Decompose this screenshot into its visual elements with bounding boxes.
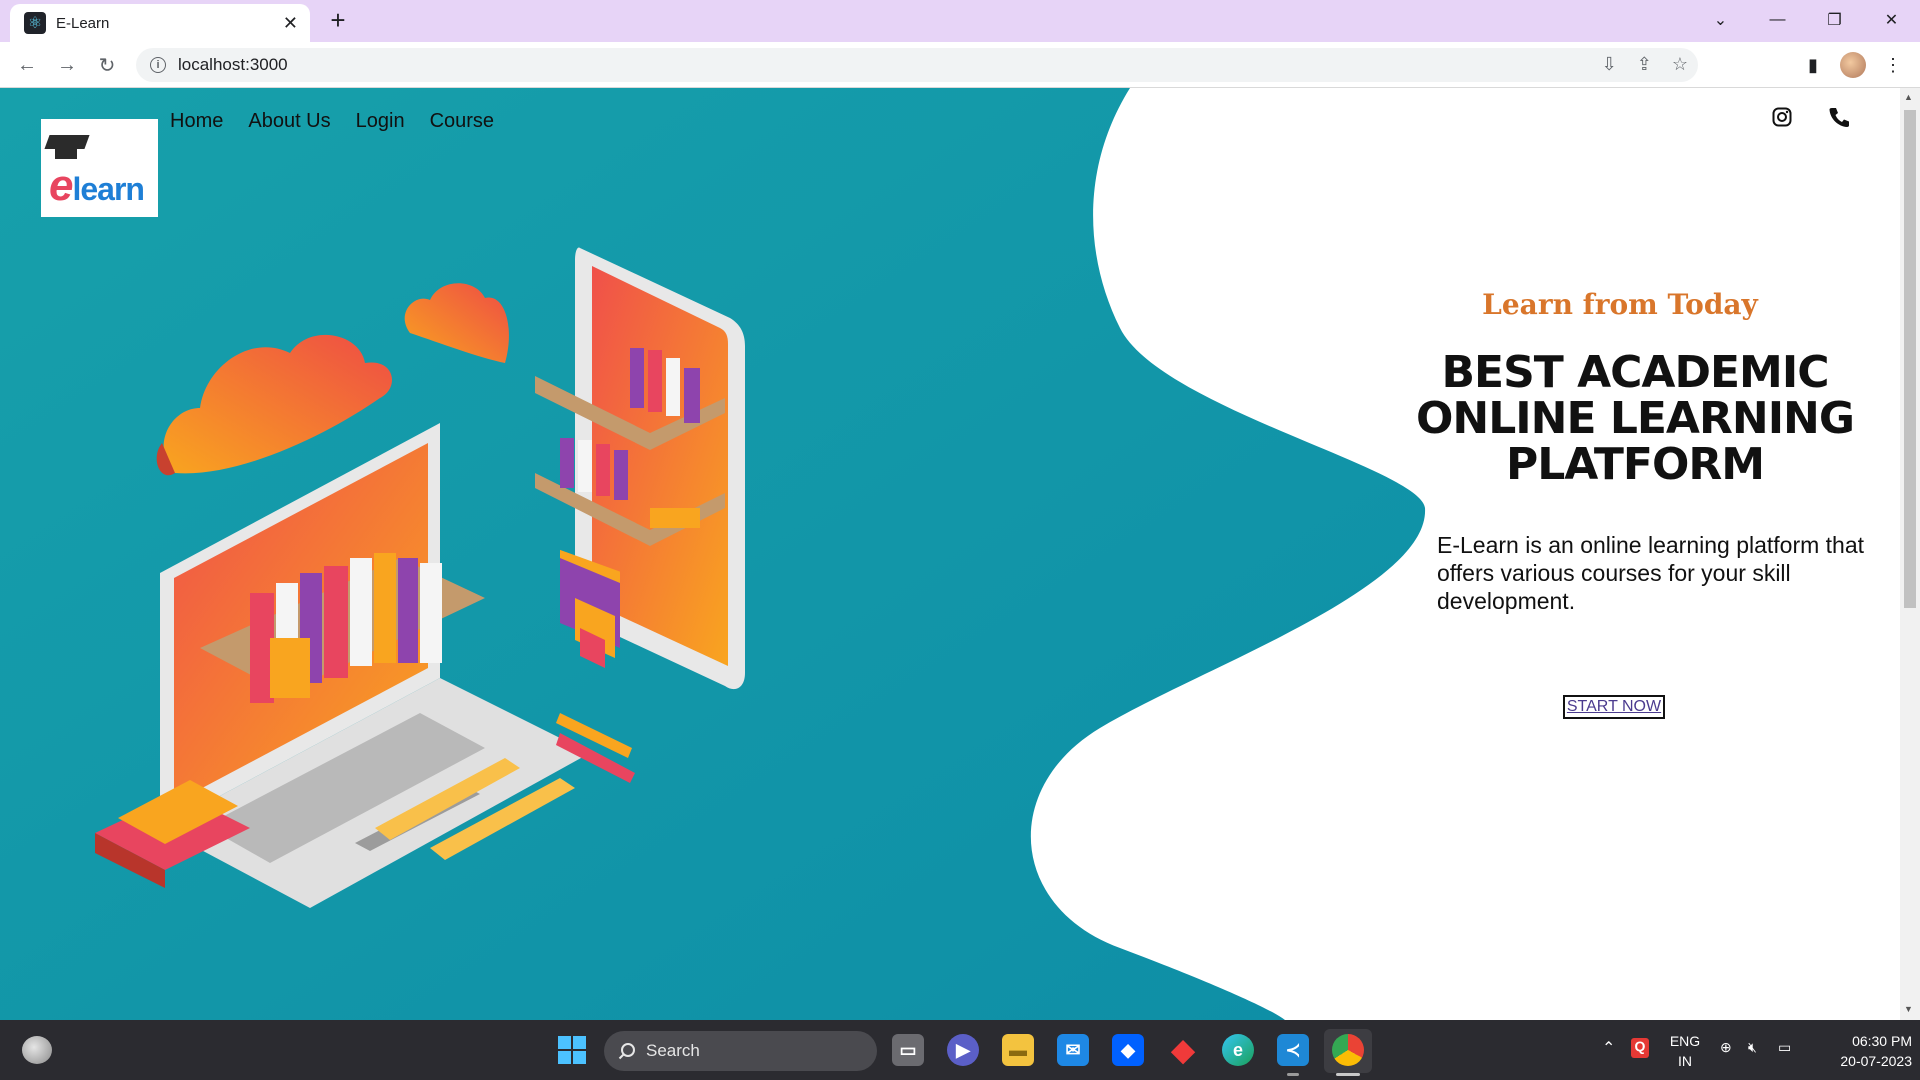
reload-button[interactable]: ↻ (92, 50, 122, 80)
url-text[interactable]: localhost:3000 (178, 55, 288, 75)
battery-icon[interactable]: ▭ (1778, 1039, 1791, 1056)
logo-letters: learn (72, 171, 144, 207)
hero-tagline: Learn from Today (1482, 288, 1758, 321)
restore-button[interactable]: ❐ (1806, 0, 1863, 40)
chrome-running-indicator (1336, 1073, 1360, 1076)
chrome-icon[interactable] (1332, 1034, 1364, 1066)
system-clock[interactable]: 06:30 PM 20-07-2023 (1812, 1031, 1912, 1071)
minimize-button[interactable]: — (1749, 0, 1806, 40)
windows-start-icon[interactable] (558, 1036, 586, 1064)
laptop-book-6 (374, 553, 396, 663)
site-logo[interactable]: elearn (41, 119, 158, 217)
laptop-book-7 (398, 558, 418, 663)
scroll-thumb[interactable] (1904, 110, 1916, 608)
language-indicator[interactable]: ENG IN (1668, 1031, 1702, 1071)
show-hidden-icons-chevron-icon[interactable]: ⌃ (1602, 1038, 1615, 1058)
nav-about-us[interactable]: About Us (248, 110, 330, 133)
tab-title: E-Learn (56, 14, 110, 32)
clock-date: 20-07-2023 (1840, 1053, 1912, 1069)
instagram-icon[interactable] (1767, 102, 1797, 132)
dropbox-icon[interactable]: ◆ (1112, 1034, 1144, 1066)
phone-book-e (684, 368, 700, 423)
folder-icon[interactable]: ▬ (1002, 1034, 1034, 1066)
vscode-running-indicator (1287, 1073, 1299, 1076)
phone-book-h (596, 444, 610, 496)
task-view-icon[interactable]: ▭ (892, 1034, 924, 1066)
page-viewport: elearn Home About Us Login Course Learn … (0, 88, 1900, 1020)
taskbar-search-box[interactable]: Search (604, 1031, 877, 1071)
forward-button[interactable]: → (52, 50, 82, 80)
browser-tab-strip: ⚛ E-Learn ✕ + ⌄ — ❐ ✕ (0, 0, 1920, 42)
close-window-button[interactable]: ✕ (1863, 0, 1920, 40)
side-panel-icon[interactable]: ▮ (1798, 50, 1828, 80)
back-button[interactable]: ← (12, 50, 42, 80)
bookmark-star-icon[interactable]: ☆ (1672, 54, 1688, 75)
laptop-book-9 (270, 638, 310, 698)
weather-widget-icon[interactable] (22, 1036, 52, 1064)
mail-icon[interactable]: ✉ (1057, 1034, 1089, 1066)
phone-book-b (630, 348, 644, 408)
page-scrollbar[interactable]: ▲ ▼ (1900, 88, 1920, 1020)
hero-headline: BEST ACADEMIC ONLINE LEARNING PLATFORM (1416, 347, 1855, 490)
nav-login[interactable]: Login (356, 110, 405, 133)
nav-home[interactable]: Home (170, 110, 223, 133)
menu-kebab-icon[interactable]: ⋮ (1878, 50, 1908, 80)
scroll-up-arrow-icon[interactable]: ▲ (1904, 92, 1913, 102)
window-controls: ⌄ — ❐ ✕ (1692, 0, 1920, 40)
volume-muted-icon[interactable]: 🔇︎ (1748, 1039, 1757, 1056)
app-red-diamond-icon[interactable]: ◆ (1167, 1034, 1199, 1067)
phone-book-d (666, 358, 680, 416)
quick-heal-tray-icon[interactable]: Q (1631, 1038, 1649, 1058)
new-tab-button[interactable]: + (322, 4, 354, 36)
logo-letter-e: e (49, 161, 74, 210)
site-navigation: Home About Us Login Course (170, 110, 494, 133)
nav-course[interactable]: Course (430, 110, 494, 133)
search-label: Search (646, 1041, 700, 1060)
site-info-icon[interactable]: i (150, 57, 166, 73)
laptop-book-5 (350, 558, 372, 666)
phone-book-g (578, 440, 592, 492)
language-region: IN (1678, 1053, 1692, 1069)
windows-taskbar: Search ▭ ▶ ▬ ✉ ◆ ◆ e ≺ ⌃ Q ENG IN ⊕ 🔇︎ ▭… (0, 1020, 1920, 1080)
network-globe-icon[interactable]: ⊕ (1720, 1039, 1732, 1056)
vscode-icon[interactable]: ≺ (1277, 1034, 1309, 1066)
close-tab-icon[interactable]: ✕ (283, 13, 298, 34)
scroll-down-arrow-icon[interactable]: ▼ (1904, 1004, 1913, 1014)
search-icon (618, 1043, 635, 1060)
profile-avatar[interactable] (1838, 50, 1868, 80)
share-icon[interactable]: ⇪ (1637, 54, 1652, 75)
phone-icon[interactable] (1824, 102, 1854, 132)
install-app-icon[interactable]: ⇩ (1602, 54, 1617, 75)
tab-search-icon[interactable]: ⌄ (1692, 0, 1749, 40)
phone-book-c (648, 350, 662, 412)
browser-tab[interactable]: ⚛ E-Learn ✕ (10, 4, 310, 42)
browser-toolbar: ← → ↻ i localhost:3000 ⇩ ⇪ ☆ ▮ ⋮ (0, 42, 1920, 88)
start-now-button[interactable]: START NOW (1563, 695, 1665, 719)
hero-description: E-Learn is an online learning platform t… (1437, 532, 1865, 614)
phone-book-f (560, 438, 574, 488)
laptop-book-8 (420, 563, 442, 663)
language-code: ENG (1669, 1033, 1701, 1049)
react-favicon-icon: ⚛ (24, 12, 46, 34)
phone-book-j (650, 508, 700, 528)
clock-time: 06:30 PM (1852, 1033, 1912, 1049)
address-bar[interactable]: i localhost:3000 ⇩ ⇪ ☆ (136, 48, 1698, 82)
logo-wordmark: elearn (49, 161, 145, 211)
graduation-cap-base (55, 147, 77, 159)
teams-icon[interactable]: ▶ (947, 1034, 979, 1066)
edge-icon[interactable]: e (1222, 1034, 1254, 1066)
laptop-book-4 (324, 566, 348, 678)
phone-book-i (614, 450, 628, 500)
